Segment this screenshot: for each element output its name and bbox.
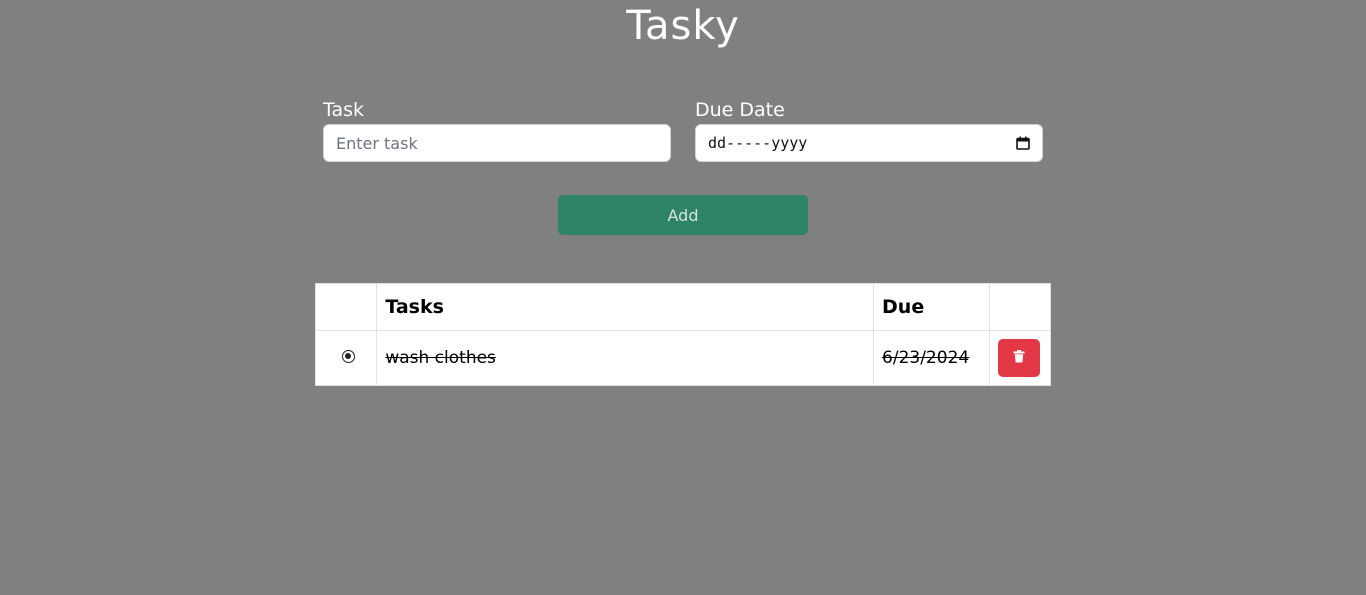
task-label: Task xyxy=(323,99,365,121)
task-status-cell xyxy=(314,330,378,386)
task-input[interactable] xyxy=(323,124,671,162)
task-due-cell: 6/23/2024 xyxy=(873,330,990,386)
task-name-cell: wash clothes xyxy=(376,330,875,386)
table-header-row: Tasks Due xyxy=(314,283,1052,331)
due-date-field-group: Due Date dd-----yyyy xyxy=(695,96,1043,162)
trash-icon xyxy=(1013,350,1025,366)
tasks-table: Tasks Due wash clothes 6/23/2024 xyxy=(314,283,1052,386)
header-status xyxy=(314,283,378,331)
header-due: Due xyxy=(873,283,990,331)
delete-button[interactable] xyxy=(997,339,1040,377)
app-title: Tasky xyxy=(626,3,740,49)
add-button[interactable]: Add xyxy=(558,195,808,235)
header-actions xyxy=(988,283,1052,331)
task-field-group: Task xyxy=(323,96,671,162)
due-date-placeholder: dd-----yyyy xyxy=(708,134,808,152)
task-name: wash clothes xyxy=(385,348,496,368)
radio-selected-icon[interactable] xyxy=(341,350,355,363)
table-row: wash clothes 6/23/2024 xyxy=(314,330,1052,386)
header-tasks: Tasks xyxy=(376,283,875,331)
task-due-date: 6/23/2024 xyxy=(882,348,970,368)
due-date-label: Due Date xyxy=(695,99,785,121)
add-task-form: Task Due Date dd-----yyyy Add xyxy=(323,96,1043,236)
due-date-input[interactable]: dd-----yyyy xyxy=(695,124,1043,162)
app-root: Tasky Task Due Date dd-----yyyy Add xyxy=(0,0,1366,595)
calendar-icon[interactable] xyxy=(1016,136,1030,150)
task-action-cell xyxy=(988,330,1052,386)
